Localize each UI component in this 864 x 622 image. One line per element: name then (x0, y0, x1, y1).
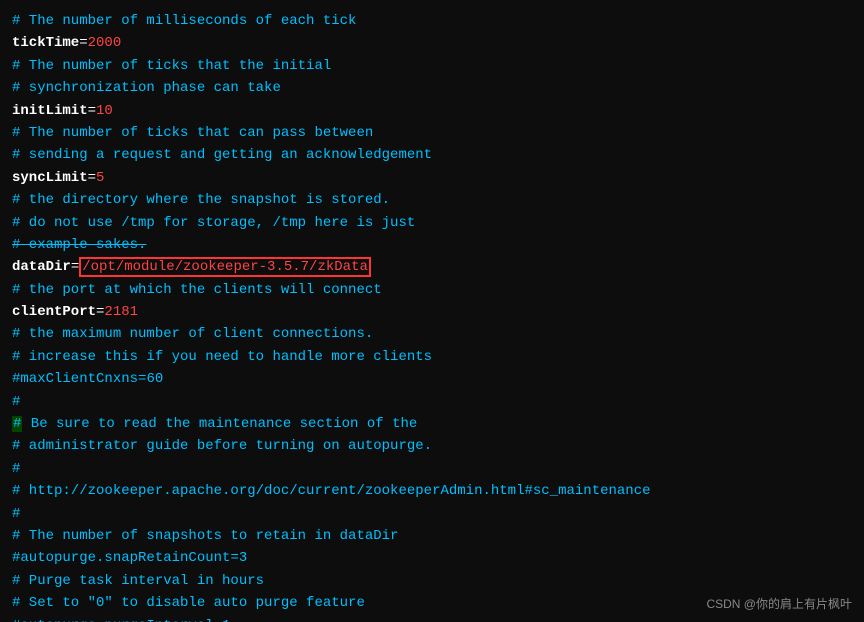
line-4: # synchronization phase can take (12, 77, 852, 99)
line-23: # (12, 503, 852, 525)
val-ticktime: 2000 (88, 35, 122, 51)
line-28: #autopurge.purgeInterval=1 (12, 615, 852, 622)
line-12: dataDir=/opt/module/zookeeper-3.5.7/zkDa… (12, 256, 852, 278)
line-20: # administrator guide before turning on … (12, 435, 852, 457)
line-15: # the maximum number of client connectio… (12, 323, 852, 345)
line-19: # Be sure to read the maintenance sectio… (12, 413, 852, 435)
line-16: # increase this if you need to handle mo… (12, 346, 852, 368)
line-19-text: Be sure to read the maintenance section … (22, 416, 417, 432)
line-10: # do not use /tmp for storage, /tmp here… (12, 212, 852, 234)
line-24: # The number of snapshots to retain in d… (12, 525, 852, 547)
line-21: # (12, 458, 852, 480)
line-25: #autopurge.snapRetainCount=3 (12, 547, 852, 569)
line-11: # example sakes. (12, 234, 852, 256)
line-17: #maxClientCnxns=60 (12, 368, 852, 390)
val-purgeinterval: 1 (222, 618, 230, 622)
watermark: CSDN @你的肩上有片枫叶 (706, 595, 852, 612)
line-13: # the port at which the clients will con… (12, 279, 852, 301)
line-26: # Purge task interval in hours (12, 570, 852, 592)
line-22: # http://zookeeper.apache.org/doc/curren… (12, 480, 852, 502)
val-snapretain: 3 (239, 550, 247, 566)
key-datadir: dataDir (12, 259, 71, 275)
val-datadir: /opt/module/zookeeper-3.5.7/zkData (79, 257, 371, 277)
key-initlimit: initLimit (12, 103, 88, 119)
line-7: # sending a request and getting an ackno… (12, 144, 852, 166)
terminal: # The number of milliseconds of each tic… (0, 0, 864, 622)
key-purgeinterval: #autopurge.purgeInterval (12, 618, 214, 622)
line-14: clientPort=2181 (12, 301, 852, 323)
line-6: # The number of ticks that can pass betw… (12, 122, 852, 144)
val-initlimit: 10 (96, 103, 113, 119)
hash-highlight: # (12, 416, 22, 432)
key-snapretain: #autopurge.snapRetainCount (12, 550, 230, 566)
line-8: syncLimit=5 (12, 167, 852, 189)
key-clientport: clientPort (12, 304, 96, 320)
key-maxclient: #maxClientCnxns (12, 371, 138, 387)
val-maxclient: 60 (146, 371, 163, 387)
key-ticktime: tickTime (12, 35, 79, 51)
val-synclimit: 5 (96, 170, 104, 186)
val-clientport: 2181 (104, 304, 138, 320)
line-9: # the directory where the snapshot is st… (12, 189, 852, 211)
line-1: # The number of milliseconds of each tic… (12, 10, 852, 32)
line-5: initLimit=10 (12, 100, 852, 122)
line-2: tickTime=2000 (12, 32, 852, 54)
key-synclimit: syncLimit (12, 170, 88, 186)
line-18: # (12, 391, 852, 413)
line-3: # The number of ticks that the initial (12, 55, 852, 77)
